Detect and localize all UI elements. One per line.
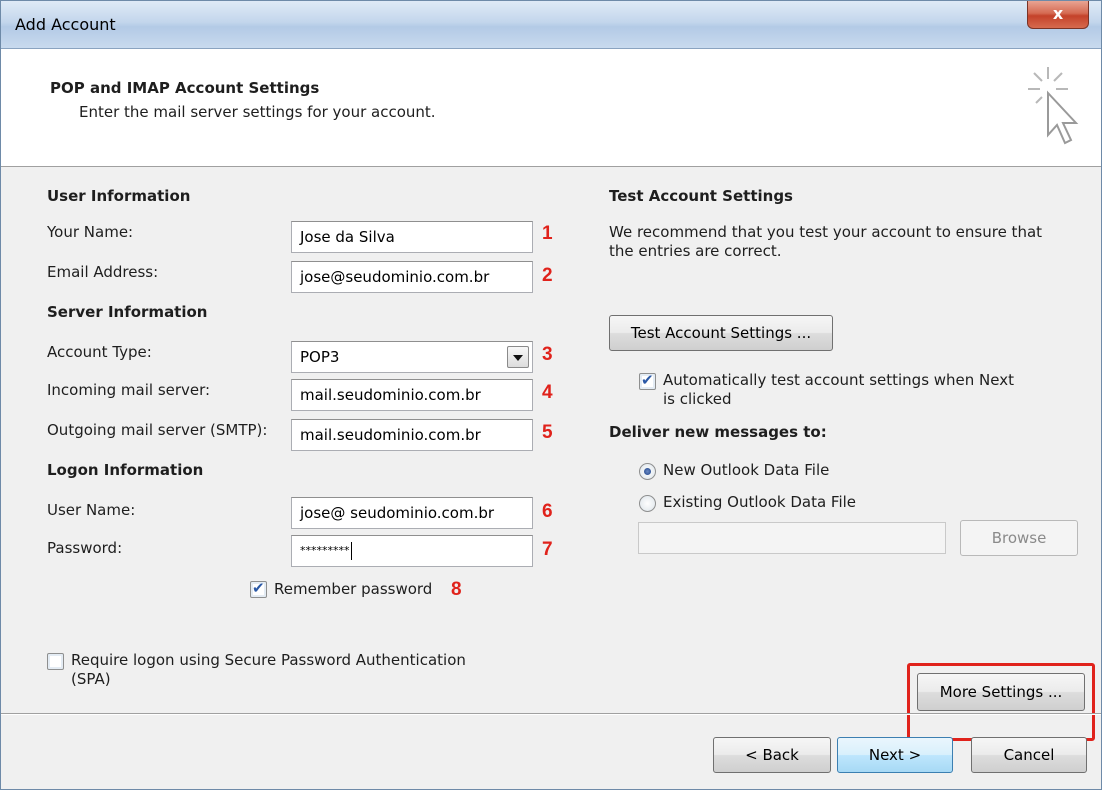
window-title: Add Account (15, 15, 116, 34)
auto-test-checkbox[interactable] (639, 371, 656, 390)
page-title: POP and IMAP Account Settings (50, 79, 320, 97)
email-address-label: Email Address: (47, 263, 159, 281)
account-type-value: POP3 (300, 348, 340, 366)
incoming-mail-server-label: Incoming mail server: (47, 381, 211, 399)
account-type-label: Account Type: (47, 343, 152, 361)
your-name-input[interactable]: Jose da Silva (291, 221, 533, 253)
marker-8: 8 (451, 579, 462, 600)
user-name-input[interactable]: jose@ seudominio.com.br (291, 497, 533, 529)
existing-outlook-data-file-label[interactable]: Existing Outlook Data File (663, 493, 856, 511)
data-file-path-input (638, 522, 946, 554)
account-type-select[interactable]: POP3 (291, 341, 533, 373)
page-subtitle: Enter the mail server settings for your … (79, 103, 436, 121)
outgoing-mail-server-label: Outgoing mail server (SMTP): (47, 421, 268, 439)
next-button[interactable]: Next > (837, 737, 953, 773)
existing-outlook-data-file-radio[interactable] (639, 495, 656, 512)
test-account-settings-button[interactable]: Test Account Settings ... (609, 315, 833, 351)
more-settings-button[interactable]: More Settings ... (917, 673, 1085, 711)
spa-label-continued[interactable]: (SPA) (71, 670, 111, 688)
back-button[interactable]: < Back (713, 737, 831, 773)
marker-5: 5 (542, 422, 553, 443)
logon-information-heading: Logon Information (47, 461, 204, 479)
user-information-heading: User Information (47, 187, 191, 205)
test-description: We recommend that you test your account … (609, 223, 1043, 241)
marker-4: 4 (542, 382, 553, 403)
close-button[interactable]: x (1027, 1, 1089, 29)
browse-button: Browse (960, 520, 1078, 556)
wizard-cursor-icon (1028, 67, 1079, 145)
incoming-mail-server-input[interactable]: mail.seudominio.com.br (291, 379, 533, 411)
spa-checkbox[interactable] (47, 653, 64, 670)
dialog-header: POP and IMAP Account Settings Enter the … (1, 49, 1101, 167)
password-label: Password: (47, 539, 123, 557)
cancel-button[interactable]: Cancel (971, 737, 1087, 773)
password-input[interactable]: ********* (291, 535, 533, 567)
test-description-continued: the entries are correct. (609, 242, 782, 260)
title-bar: Add Account x (1, 1, 1101, 49)
add-account-dialog: Add Account x POP and IMAP Account Setti… (0, 0, 1102, 790)
server-information-heading: Server Information (47, 303, 208, 321)
remember-password-checkbox[interactable] (250, 579, 267, 598)
test-account-settings-heading: Test Account Settings (609, 187, 793, 205)
marker-6: 6 (542, 501, 553, 522)
auto-test-label[interactable]: Automatically test account settings when… (663, 371, 1014, 389)
email-address-input[interactable]: jose@seudominio.com.br (291, 261, 533, 293)
text-cursor (350, 542, 352, 560)
marker-1: 1 (542, 223, 553, 244)
remember-password-label[interactable]: Remember password (274, 580, 432, 598)
deliver-messages-heading: Deliver new messages to: (609, 423, 827, 441)
your-name-label: Your Name: (47, 223, 134, 241)
outgoing-mail-server-input[interactable]: mail.seudominio.com.br (291, 419, 533, 451)
user-name-label: User Name: (47, 501, 136, 519)
marker-7: 7 (542, 539, 553, 560)
chevron-down-icon[interactable] (507, 346, 529, 368)
auto-test-label-continued[interactable]: is clicked (663, 390, 731, 408)
marker-2: 2 (542, 265, 553, 286)
spa-label[interactable]: Require logon using Secure Password Auth… (71, 651, 466, 669)
new-outlook-data-file-radio[interactable] (639, 463, 656, 480)
close-icon: x (1052, 4, 1064, 23)
marker-3: 3 (542, 344, 553, 365)
new-outlook-data-file-label[interactable]: New Outlook Data File (663, 461, 829, 479)
password-value: ********* (300, 544, 350, 557)
footer-divider (1, 713, 1101, 715)
